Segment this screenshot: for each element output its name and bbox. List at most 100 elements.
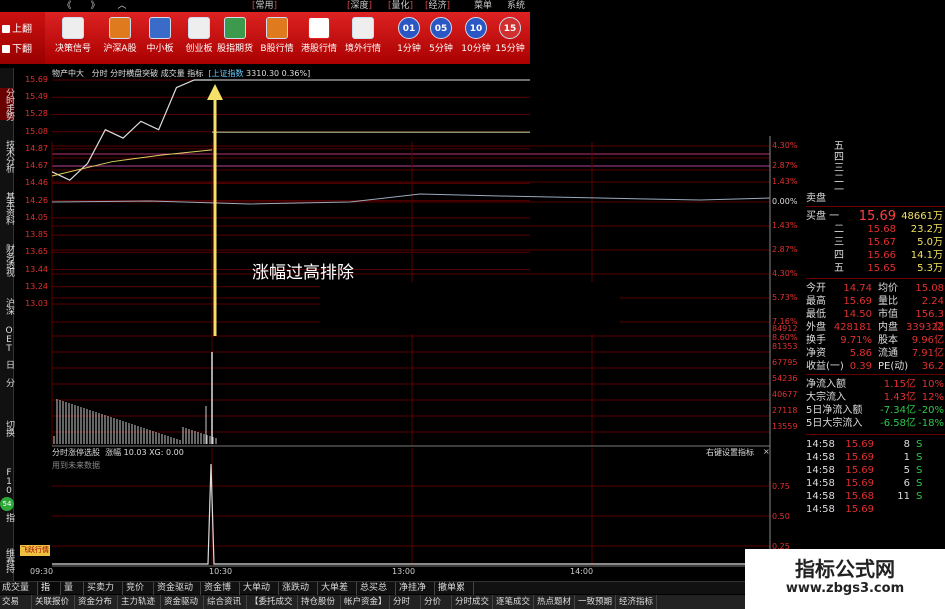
- menu-system[interactable]: 系统: [505, 0, 527, 12]
- stat-value: 339322: [906, 322, 945, 333]
- divider: [806, 374, 945, 375]
- page-down-icon: [2, 45, 10, 53]
- tick-time: 14:58: [806, 478, 835, 489]
- sell-header-row: 卖盘: [806, 192, 945, 205]
- function-tab[interactable]: 资金分布: [76, 595, 118, 609]
- arrow-head: [207, 84, 223, 100]
- volume-tick-label: 67795: [772, 358, 798, 367]
- up-icon[interactable]: ︿: [115, 0, 129, 12]
- sub-indicator-name[interactable]: 分时涨停选股: [52, 448, 100, 457]
- indicator-tab[interactable]: 指标: [39, 582, 61, 606]
- flow-row: 5日大宗流入 -6.58亿 -18%: [806, 417, 945, 430]
- tick-row: 14:58 15.69 5 S: [806, 464, 945, 477]
- toolbar-sme-board-button[interactable]: 中小板: [139, 14, 181, 64]
- buy-level-label: 四: [834, 250, 844, 261]
- indicator-tab[interactable]: 撤单累计: [436, 582, 474, 606]
- price-tick-label: 15.28: [25, 109, 48, 119]
- page-up-button[interactable]: 上翻: [2, 22, 42, 38]
- indicator-tab[interactable]: 买卖力道: [85, 582, 123, 606]
- function-tab[interactable]: 分时成交: [453, 595, 493, 609]
- function-tab[interactable]: 综合资讯: [205, 595, 247, 609]
- menu-common[interactable]: [常用]: [250, 0, 279, 12]
- indicator-settings-link[interactable]: 右键设置指标: [706, 447, 754, 458]
- tick-volume: 8: [903, 439, 910, 450]
- function-tab[interactable]: 帐户资金】: [342, 595, 390, 609]
- page-down-button[interactable]: 下翻: [2, 42, 42, 58]
- close-icon[interactable]: ×: [763, 447, 770, 456]
- function-tab[interactable]: 交易: [0, 595, 32, 609]
- buy-level-row: 二 15.68 23.2万: [806, 223, 945, 236]
- indicator-tab[interactable]: 成交量: [0, 582, 38, 595]
- tick-time: 14:58: [806, 439, 835, 450]
- function-tab[interactable]: 一致预期: [576, 595, 616, 609]
- tick-price: 15.69: [845, 439, 874, 450]
- indicator-tab[interactable]: 大单动向: [241, 582, 279, 606]
- menu-quant[interactable]: [量化]: [386, 0, 415, 12]
- toolbar-a-share-button[interactable]: 沪深A股: [99, 14, 141, 64]
- function-tab[interactable]: 持仓股份: [299, 595, 341, 609]
- trading-app-window: 《 》 ︿ [常用] [深度] [量化] [经济] 菜单 系统 上翻 下翻 决策…: [0, 0, 945, 609]
- buy-volume: 5.0万: [917, 237, 943, 248]
- menu-depth[interactable]: [深度]: [345, 0, 374, 12]
- time-label: 13:00: [392, 567, 416, 576]
- sub-indicator: [52, 463, 770, 565]
- divider: [806, 278, 945, 279]
- function-tab[interactable]: 关联报价: [33, 595, 75, 609]
- percent-tick-label: 1.43%: [772, 177, 798, 186]
- indicator-tab[interactable]: 净挂净撤: [397, 582, 435, 606]
- stat-label: 内盘: [878, 322, 898, 333]
- toolbar-index-futures-button[interactable]: 股指期货: [214, 14, 256, 64]
- buy-level-row: 买盘 一 15.69 48661万: [806, 210, 945, 223]
- price-tick-label: 15.08: [25, 126, 48, 136]
- menu-main[interactable]: 菜单: [472, 0, 494, 12]
- toolbar-b-share-button[interactable]: B股行情: [256, 14, 298, 64]
- index-futures-icon: [224, 17, 246, 39]
- price-tick-label: 13.65: [25, 247, 48, 257]
- buy-volume: 23.2万: [910, 224, 943, 235]
- buy-level-row: 四 15.66 14.1万: [806, 249, 945, 262]
- toolbar-15-min-button[interactable]: 15 15分钟: [489, 14, 531, 64]
- indicator-tab[interactable]: 涨跌动因: [280, 582, 318, 606]
- function-tab[interactable]: 逐笔成交: [494, 595, 534, 609]
- decision-signal-icon: [62, 17, 84, 39]
- toolbar-hk-stock-button[interactable]: 港股行情: [298, 14, 340, 64]
- tick-price: 15.69: [845, 478, 874, 489]
- a-share-icon: [109, 17, 131, 39]
- back-icon[interactable]: 《: [60, 0, 74, 12]
- future-data-note: 用到未来数据: [52, 461, 100, 470]
- toolbar-decision-signal-button[interactable]: 决策信号: [52, 14, 94, 64]
- stat-value: 5.86: [849, 348, 872, 359]
- function-tab[interactable]: 经济指标: [617, 595, 657, 609]
- stat-row: 换手 9.71% 股本 9.96亿: [806, 334, 945, 347]
- menu-economy[interactable]: [经济]: [423, 0, 452, 12]
- function-tab[interactable]: 【委托成交: [248, 595, 298, 609]
- toolbar-overseas-button[interactable]: 境外行情: [342, 14, 384, 64]
- stat-value: 14.50: [843, 309, 872, 320]
- indicator-tab[interactable]: 资金博弈: [202, 582, 240, 606]
- percent-tick-label: 8.60%: [772, 333, 798, 342]
- forward-icon[interactable]: 》: [88, 0, 102, 12]
- watermark-url: www.zbgs3.com: [785, 581, 905, 596]
- indicator-tab[interactable]: 量比: [62, 582, 84, 606]
- indicator-tab[interactable]: 大单差分: [319, 582, 357, 606]
- function-tab[interactable]: 主力轨迹: [119, 595, 161, 609]
- percent-tick-label: 5.73%: [772, 293, 798, 302]
- buy-volume: 48661万: [901, 211, 943, 222]
- stat-label: 均价: [878, 283, 898, 294]
- tick-price: 15.68: [845, 491, 874, 502]
- flow-label: 大宗流入: [806, 392, 846, 403]
- function-tab[interactable]: 分价图: [422, 595, 452, 609]
- buy-level-row: 三 15.67 5.0万: [806, 236, 945, 249]
- stat-label: 外盘: [806, 322, 826, 333]
- tick-row: 14:58 15.69 8 S: [806, 438, 945, 451]
- tick-side: S: [916, 452, 923, 463]
- price-tick-label: 15.49: [25, 92, 48, 102]
- indicator-tab[interactable]: 资金驱动力: [155, 582, 201, 606]
- indicator-tab[interactable]: 总买总卖: [358, 582, 396, 606]
- price-tick-label: 15.69: [25, 75, 48, 84]
- function-tab[interactable]: 资金驱动: [162, 595, 204, 609]
- tick-time: 14:58: [806, 504, 835, 515]
- function-tab[interactable]: 分时图: [391, 595, 421, 609]
- function-tab[interactable]: 热点题材: [535, 595, 575, 609]
- indicator-tab[interactable]: 竞价图: [124, 582, 154, 606]
